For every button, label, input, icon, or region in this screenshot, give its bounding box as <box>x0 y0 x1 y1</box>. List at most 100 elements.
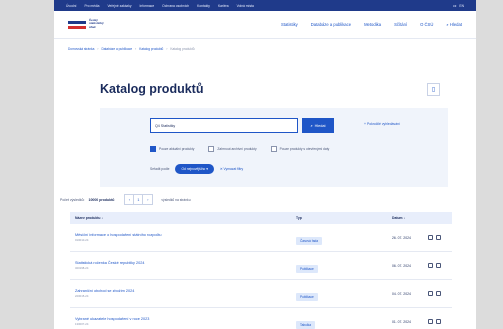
search-button[interactable]: ⌕ Hledat <box>302 118 334 133</box>
cell-date: 06. 07. 2024 <box>392 263 411 268</box>
product-code: 010010-24 <box>75 238 89 242</box>
share-icon[interactable] <box>436 263 441 268</box>
logo[interactable]: Český statistický úřad <box>68 16 110 34</box>
table-row: Zahraniční obchod se zbožím 2024 220015-… <box>70 280 452 308</box>
sort-row: Seřadit podle Od nejnovějšího ▾ ✕ Vymaza… <box>150 164 243 174</box>
topbar-link[interactable]: Volná místa <box>237 4 254 8</box>
type-badge: Publikace <box>296 292 318 301</box>
lang-en[interactable]: EN <box>459 4 464 8</box>
column-label: Název produktu <box>75 216 101 220</box>
nav-item-search[interactable]: ⌕ Hledat <box>446 22 462 27</box>
share-icon[interactable] <box>436 235 441 240</box>
table-row: Měsíční informace o hospodaření státního… <box>70 224 452 252</box>
nav-item-metodika[interactable]: Metodika <box>364 22 381 27</box>
topbar-link[interactable]: Informace <box>140 4 155 8</box>
reset-filters-link[interactable]: ✕ Vymazat filtry <box>220 167 243 171</box>
nav-item-statistiky[interactable]: Statistiky <box>281 22 298 27</box>
checkbox-label: Zahrnout archivní produkty <box>217 147 257 151</box>
topbar-link[interactable]: Ochrana osobních <box>162 4 189 8</box>
share-icon[interactable] <box>436 319 441 324</box>
column-label: Datum <box>392 216 403 220</box>
download-icon[interactable] <box>428 319 433 324</box>
nav-item-scitani[interactable]: Sčítání <box>394 22 407 27</box>
column-header-name[interactable]: Název produktu ↓ <box>70 216 296 220</box>
top-bar: Úvodní Pro média Veřejné zakázky Informa… <box>54 0 476 11</box>
breadcrumb-item[interactable]: Domovská stránka <box>68 47 94 51</box>
table-row: Vybrané ukazatele hospodaření v roce 202… <box>70 308 452 329</box>
cell-name: Zahraniční obchod se zbožím 2024 220015-… <box>70 289 296 298</box>
cell-type: Časová řada <box>296 229 392 247</box>
product-title-link[interactable]: Zahraniční obchod se zbožím 2024 <box>75 289 296 293</box>
column-header-type[interactable]: Typ <box>296 216 392 220</box>
checkbox-label: Pouze produkty s otevřenými daty <box>279 147 330 151</box>
next-page-button[interactable]: › <box>143 195 152 204</box>
cell-actions <box>428 235 452 240</box>
breadcrumb-separator: › <box>166 47 168 51</box>
cell-name: Měsíční informace o hospodaření státního… <box>70 233 296 242</box>
sort-icon: ↓ <box>101 216 104 220</box>
main-nav: Statistiky Databáze a publikace Metodika… <box>281 22 462 27</box>
table-header: Název produktu ↓ Typ Datum ↓ <box>70 212 452 224</box>
product-code: 320198-24 <box>75 266 89 270</box>
page-title: Katalog produktů <box>100 82 204 96</box>
products-table: Název produktu ↓ Typ Datum ↓ Měsíční inf… <box>70 212 452 329</box>
product-code: 220015-24 <box>75 294 89 298</box>
filter-checkboxes: Pouze aktuální produkty Zahrnout archivn… <box>150 146 329 152</box>
type-badge: Publikace <box>296 264 318 273</box>
grid-view-icon[interactable]: ▯ <box>427 82 440 96</box>
logo-bar-blue <box>68 20 86 24</box>
cell-name: Statistická ročenka České republiky 2024… <box>70 261 296 270</box>
nav-search-label: Hledat <box>449 22 462 27</box>
product-title-link[interactable]: Statistická ročenka České republiky 2024 <box>75 261 296 265</box>
lang-cz[interactable]: cz <box>453 4 456 8</box>
language-switch: cz EN <box>453 4 464 8</box>
download-icon[interactable] <box>428 263 433 268</box>
checkbox-unchecked[interactable] <box>270 146 277 152</box>
topbar-link[interactable]: Kontakty <box>197 4 210 8</box>
checkbox-current[interactable]: Pouze aktuální produkty <box>150 146 194 152</box>
checkbox-unchecked[interactable] <box>208 146 215 152</box>
breadcrumb: Domovská stránka › Databáze a publikace … <box>54 39 476 51</box>
search-input[interactable] <box>150 118 298 133</box>
search-icon: ⌕ <box>310 123 313 128</box>
nav-item-databaze[interactable]: Databáze a publikace <box>311 22 351 27</box>
results-count: 10000 produktů <box>88 197 115 202</box>
advanced-search-link[interactable]: + Pokročilé vyhledávání <box>364 122 400 126</box>
prev-page-button[interactable]: ‹ <box>125 195 135 204</box>
cell-actions <box>428 263 452 268</box>
logo-bar-red <box>68 25 86 29</box>
nav-item-o-csu[interactable]: O ČSÚ <box>420 22 433 27</box>
title-row: Katalog produktů ▯ <box>100 82 440 96</box>
checkbox-checked[interactable] <box>150 146 156 152</box>
type-badge: Tabulka <box>296 320 315 329</box>
checkbox-open-data[interactable]: Pouze produkty s otevřenými daty <box>270 146 330 152</box>
checkbox-archive[interactable]: Zahrnout archivní produkty <box>208 146 257 152</box>
sort-label: Seřadit podle <box>150 167 170 171</box>
logo-text: Český statistický úřad <box>89 17 104 29</box>
search-button-label: Hledat <box>314 123 326 128</box>
breadcrumb-item[interactable]: Katalog produktů <box>139 47 163 51</box>
topbar-link[interactable]: Pro média <box>84 4 99 8</box>
product-title-link[interactable]: Vybrané ukazatele hospodaření v roce 202… <box>75 317 296 321</box>
topbar-link[interactable]: Kariéra <box>218 4 229 8</box>
column-header-date[interactable]: Datum ↓ <box>392 216 428 220</box>
sort-select[interactable]: Od nejnovějšího ▾ <box>175 164 214 174</box>
share-icon[interactable] <box>436 291 441 296</box>
page-size-label: výsledků na stránku <box>161 197 191 202</box>
product-title-link[interactable]: Měsíční informace o hospodaření státního… <box>75 233 296 237</box>
download-icon[interactable] <box>428 291 433 296</box>
cell-type: Publikace <box>296 257 392 275</box>
pagination: ‹ 1 › <box>124 194 154 205</box>
checkbox-label: Pouze aktuální produkty <box>159 147 195 151</box>
cell-date: 26. 07. 2024 <box>392 235 411 240</box>
chevron-down-icon: ▾ <box>206 167 208 171</box>
page-number[interactable]: 1 <box>134 195 144 204</box>
topbar-link[interactable]: Veřejné zakázky <box>107 4 131 8</box>
type-badge: Časová řada <box>296 236 323 245</box>
sort-icon: ↓ <box>403 216 406 220</box>
download-icon[interactable] <box>428 235 433 240</box>
sort-value: Od nejnovějšího <box>181 167 206 171</box>
topbar-link[interactable]: Úvodní <box>66 4 76 8</box>
breadcrumb-item[interactable]: Databáze a publikace <box>101 47 132 51</box>
reset-filters-label: Vymazat filtry <box>223 167 244 171</box>
